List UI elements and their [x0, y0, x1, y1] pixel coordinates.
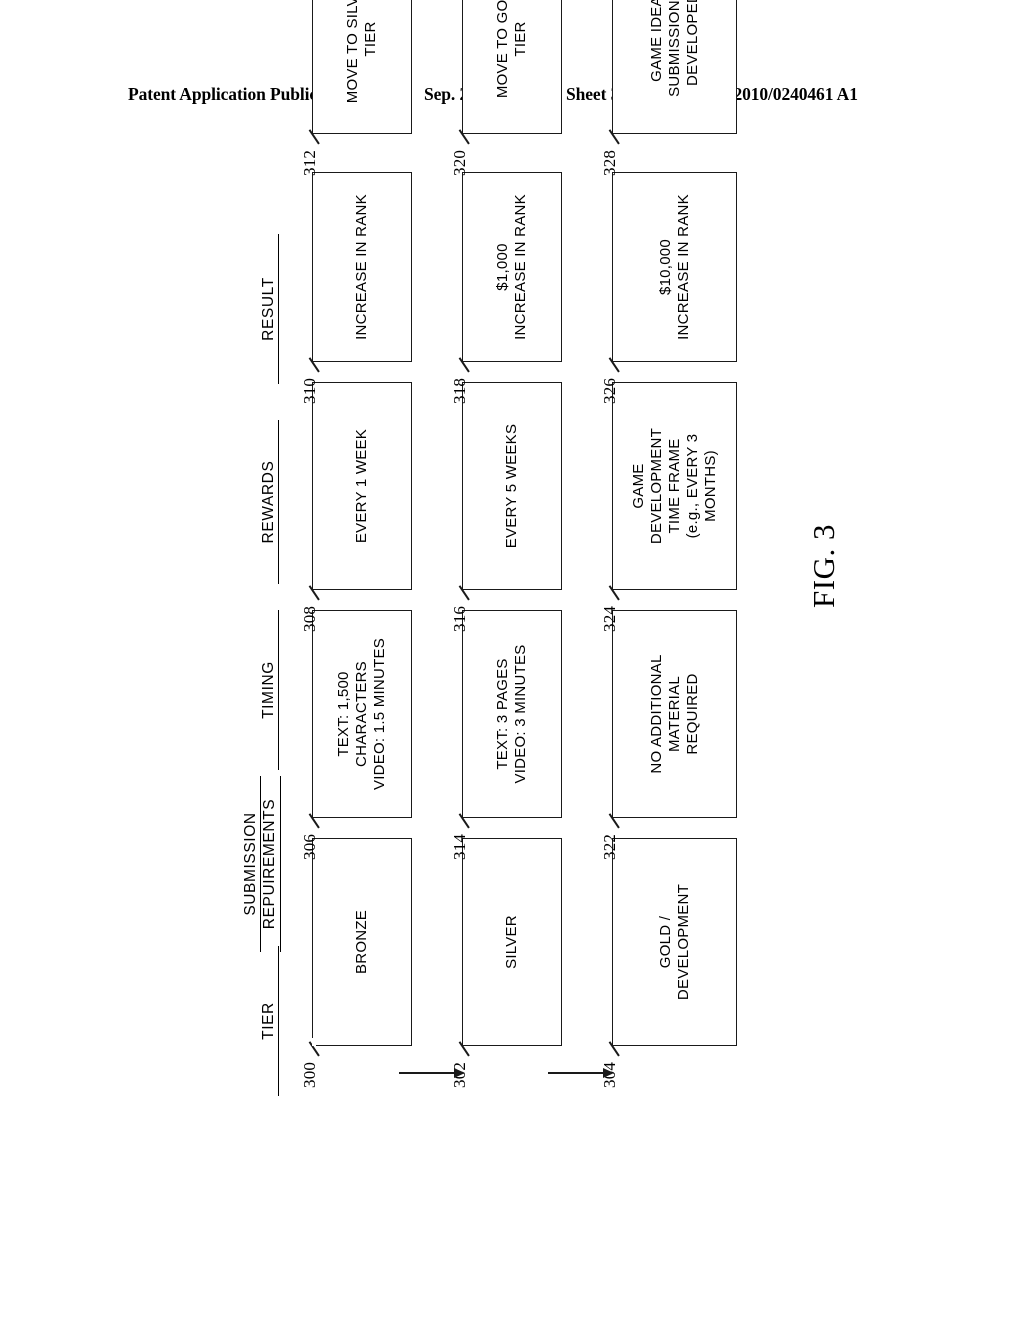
figure-canvas-result-column: MOVE TO SILVER TIER 312 MOVE TO GOLD TIE…: [242, 0, 782, 1166]
node-result-gold-text: GAME IDEA SUBMISSION IS DEVELOPED: [647, 0, 701, 97]
ref-320: 320: [450, 149, 469, 176]
ref-328: 328: [600, 149, 619, 176]
ref-312: 312: [300, 149, 319, 176]
node-result-silver-box: MOVE TO GOLD TIER: [462, 0, 562, 134]
node-result-silver-text: MOVE TO GOLD TIER: [494, 0, 529, 99]
figure-3: TIER SUBMISSION REPUIREMENTS TIMING REWA…: [0, 0, 1024, 1320]
node-result-gold-box: GAME IDEA SUBMISSION IS DEVELOPED: [612, 0, 737, 134]
figure-caption: FIG. 3: [806, 524, 841, 608]
node-result-bronze-box: MOVE TO SILVER TIER: [312, 0, 412, 134]
node-result-bronze-text: MOVE TO SILVER TIER: [344, 0, 379, 104]
